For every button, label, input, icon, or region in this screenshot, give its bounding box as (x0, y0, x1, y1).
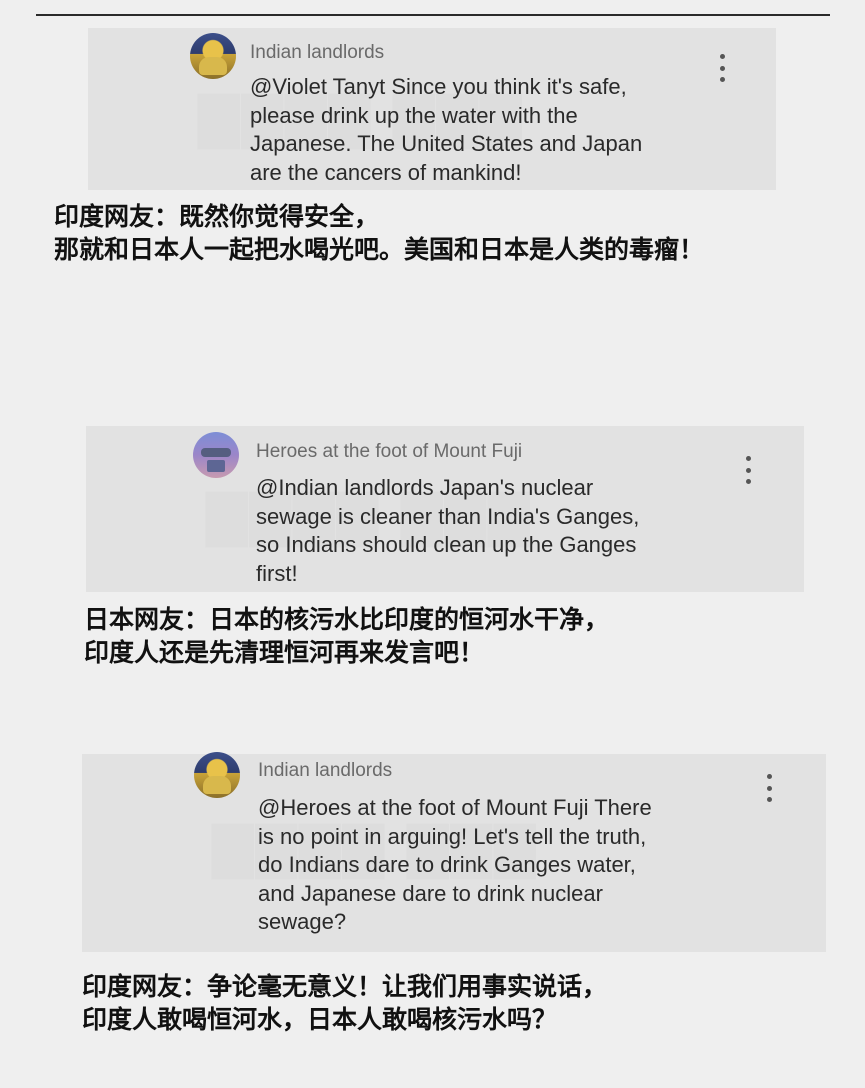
translation-caption: 日本网友：日本的核污水比印度的恒河水干净， 印度人还是先清理恒河再来发言吧！ (84, 605, 610, 667)
more-vert-icon[interactable] (766, 774, 772, 802)
more-vert-icon[interactable] (745, 456, 751, 484)
translation-caption: 印度网友：争论毫无意义！让我们用事实说话， 印度人敢喝恒河水，日本人敢喝核污水吗… (82, 972, 608, 1034)
comment-author[interactable]: Indian landlords (258, 760, 392, 782)
comment-author[interactable]: Indian landlords (250, 42, 384, 64)
avatar-icon[interactable] (193, 432, 239, 478)
translation-caption: 印度网友：既然你觉得安全， 那就和日本人一起把水喝光吧。美国和日本是人类的毒瘤！ (54, 202, 705, 264)
more-vert-icon[interactable] (719, 54, 725, 82)
comment-text: @Heroes at the foot of Mount Fuji There … (258, 795, 652, 934)
top-divider (36, 14, 830, 16)
avatar-icon[interactable] (194, 752, 240, 798)
comment-text: @Violet Tanyt Since you think it's safe,… (250, 74, 643, 185)
comment-author[interactable]: Heroes at the foot of Mount Fuji (256, 441, 522, 463)
comment-text: @Indian landlords Japan's nuclear sewage… (256, 475, 640, 586)
avatar-icon[interactable] (190, 33, 236, 79)
